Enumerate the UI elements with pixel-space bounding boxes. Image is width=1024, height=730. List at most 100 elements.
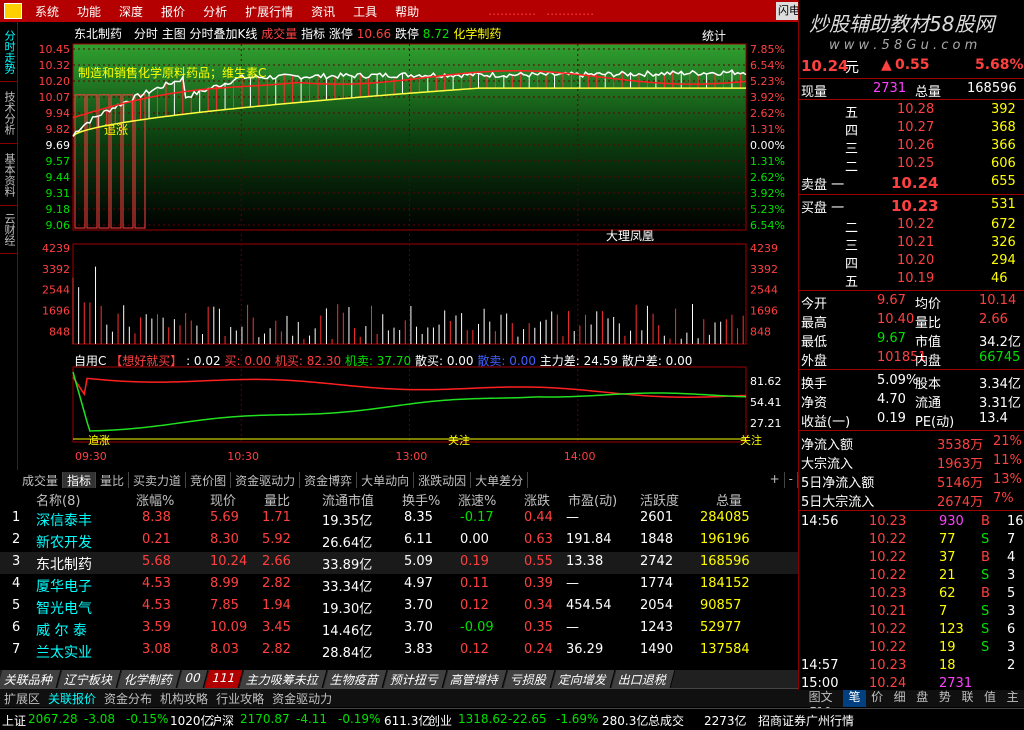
- table-cell: 0.19: [460, 554, 489, 569]
- chart-tab-fund-game[interactable]: 资金博弈: [300, 472, 358, 488]
- table-row[interactable]: 5 智光电气 4.53 7.85 1.94 19.30亿 3.70 0.12 0.34 454.5…: [0, 596, 798, 618]
- col-speed[interactable]: 涨速%: [458, 490, 496, 509]
- chart-menu-main[interactable]: 主图: [162, 27, 186, 41]
- menu-system[interactable]: 系统: [35, 3, 59, 20]
- menu-extended[interactable]: 扩展行情: [245, 3, 293, 20]
- table-cell: 2.82: [262, 642, 291, 657]
- chart-tab-volume[interactable]: 成交量: [18, 472, 64, 488]
- sell-level[interactable]: 二 10.25 606: [799, 155, 1024, 175]
- sector-tab[interactable]: 主力吸筹未拉: [239, 670, 328, 688]
- sector-tab[interactable]: 预计扭亏: [383, 670, 448, 688]
- buy-level-volume: 326: [991, 235, 1016, 250]
- chart-tab-order-diff[interactable]: 大单差分: [471, 472, 529, 488]
- col-float-cap[interactable]: 流通市值: [322, 490, 374, 509]
- buy-level[interactable]: 买盘 一 10.23 531: [799, 196, 1024, 216]
- col-pe[interactable]: 市盈(动): [568, 490, 617, 509]
- intraday-chart[interactable]: 10.45 10.32 10.20 10.07 9.94 9.82 9.69 9.57 9.44…: [18, 22, 798, 472]
- tick-row: 14:57 10.23 18 2: [799, 657, 1024, 675]
- tab-cloud-finance[interactable]: 云财经: [0, 206, 18, 254]
- col-vol-ratio[interactable]: 量比: [264, 490, 290, 509]
- sell-level[interactable]: 四 10.27 368: [799, 119, 1024, 139]
- buy-level[interactable]: 二 10.22 672: [799, 216, 1024, 236]
- site-watermark-url: w w w . 5 8 G u . c o m: [829, 38, 978, 53]
- flow-pct: 21%: [993, 434, 1022, 449]
- col-name[interactable]: 名称(8): [36, 490, 80, 509]
- table-cell: 1848: [640, 532, 674, 547]
- table-row[interactable]: 7 兰太实业 3.08 8.03 2.82 28.84亿 3.83 0.12 0.24 36.29…: [0, 640, 798, 662]
- app-logo-icon[interactable]: [4, 3, 22, 19]
- tab-intraday[interactable]: 分时走势: [0, 22, 18, 82]
- indicator-label[interactable]: 自用C: [74, 354, 106, 368]
- chart-menu-volume[interactable]: 成交量: [261, 27, 297, 41]
- indicator-name[interactable]: 【想好就买】: [110, 354, 182, 368]
- buy-level[interactable]: 三 10.21 326: [799, 234, 1024, 254]
- menu-tools[interactable]: 工具: [353, 3, 377, 20]
- buy-level-label: 五: [845, 275, 859, 290]
- sector-tab[interactable]: 出口退税: [611, 670, 676, 688]
- col-volume[interactable]: 总量: [716, 490, 742, 509]
- chart-zoom-out[interactable]: -: [785, 472, 798, 488]
- chart-tab-cause[interactable]: 涨跌动因: [414, 472, 472, 488]
- table-row[interactable]: 1 深信泰丰 8.38 5.69 1.71 19.35亿 8.35 -0.17 0.44 — 260…: [0, 508, 798, 530]
- sector-tab[interactable]: 辽宁板块: [57, 670, 122, 688]
- menu-info[interactable]: 资讯: [311, 3, 335, 20]
- extension-tab[interactable]: 机构攻略: [156, 690, 212, 707]
- chart-news-annotation[interactable]: 制造和销售化学原料药品；维生素C: [78, 64, 266, 81]
- sector-tab[interactable]: 化学制药: [117, 670, 182, 688]
- col-change-pct[interactable]: 涨幅%: [136, 490, 174, 509]
- sector-tab[interactable]: 高管增持: [443, 670, 508, 688]
- menu-analysis[interactable]: 分析: [203, 3, 227, 20]
- chart-tab-indicator[interactable]: 指标: [63, 472, 97, 488]
- sector-tab[interactable]: 生物疫苗: [323, 670, 388, 688]
- extension-tab[interactable]: 资金驱动力: [268, 690, 336, 707]
- status-sz-label[interactable]: 沪深: [210, 712, 234, 729]
- sector-tab[interactable]: 亏损股: [503, 670, 556, 688]
- chart-stats-button[interactable]: 统计: [702, 27, 726, 44]
- col-price[interactable]: 现价: [210, 490, 236, 509]
- table-row[interactable]: 2 新农开发 0.21 8.30 5.92 26.64亿 6.11 0.00 0.63 191.8…: [0, 530, 798, 552]
- buy-level[interactable]: 五 10.19 46: [799, 270, 1024, 290]
- table-row[interactable]: 4 厦华电子 4.53 8.99 2.82 33.34亿 4.97 0.11 0.39 — 1774…: [0, 574, 798, 596]
- status-cy-label[interactable]: 创业: [428, 712, 452, 729]
- chart-tab-ratio[interactable]: 量比: [96, 472, 130, 488]
- menu-quote[interactable]: 报价: [161, 3, 185, 20]
- table-cell: 0.21: [142, 532, 171, 547]
- extension-tab[interactable]: 扩展区: [0, 690, 44, 707]
- sell-level[interactable]: 三 10.26 366: [799, 137, 1024, 157]
- chart-zoom-in[interactable]: +: [766, 472, 785, 488]
- indicator-axis-tick: 54.41: [750, 396, 782, 409]
- extension-tab[interactable]: 行业攻略: [212, 690, 268, 707]
- menu-help[interactable]: 帮助: [395, 3, 419, 20]
- tab-technical[interactable]: 技术分析: [0, 82, 18, 144]
- sector-tab[interactable]: 定向增发: [551, 670, 616, 688]
- chart-tab-fund-drive[interactable]: 资金驱动力: [231, 472, 301, 488]
- table-row[interactable]: 3 东北制药 5.68 10.24 2.66 33.89亿 5.09 0.19 0.55 13.3…: [0, 552, 798, 574]
- table-row[interactable]: 6 威 尔 泰 3.59 10.09 3.45 14.46亿 3.70 -0.09 0.35 — 1…: [0, 618, 798, 640]
- tab-fundamental[interactable]: 基本资料: [0, 144, 18, 206]
- col-turnover[interactable]: 换手%: [402, 490, 440, 509]
- menu-depth[interactable]: 深度: [119, 3, 143, 20]
- flow-amount: 1963万: [937, 457, 984, 472]
- tick-volume: 18: [939, 658, 956, 673]
- col-change[interactable]: 涨跌: [524, 490, 550, 509]
- sell-level[interactable]: 五 10.28 392: [799, 101, 1024, 121]
- col-activity[interactable]: 活跃度: [640, 490, 679, 509]
- chart-tab-force[interactable]: 买卖力道: [129, 472, 187, 488]
- chart-tab-auction[interactable]: 竞价图: [186, 472, 232, 488]
- menu-function[interactable]: 功能: [77, 3, 101, 20]
- chart-menu-indicator[interactable]: 指标: [301, 27, 325, 41]
- chart-menu-intraday[interactable]: 分时: [134, 27, 158, 41]
- chart-sector[interactable]: 化学制药: [453, 27, 501, 41]
- extension-tab[interactable]: 关联报价: [44, 690, 100, 707]
- extension-tab[interactable]: 资金分布: [100, 690, 156, 707]
- chart-limit-down: 8.72: [422, 27, 450, 41]
- status-sh-label[interactable]: 上证: [2, 712, 26, 729]
- buy-level[interactable]: 四 10.20 294: [799, 252, 1024, 272]
- sector-tab[interactable]: 关联品种: [0, 670, 62, 688]
- flow-label: 大宗流入: [801, 457, 854, 472]
- chart-menu-overlay[interactable]: 分时叠加K线: [190, 27, 258, 41]
- sell-level[interactable]: 卖盘 一 10.24 655: [799, 173, 1024, 193]
- status-broker[interactable]: 招商证券广州行情: [758, 712, 854, 729]
- sector-tab[interactable]: 111: [204, 670, 244, 688]
- chart-tab-big-order[interactable]: 大单动向: [357, 472, 415, 488]
